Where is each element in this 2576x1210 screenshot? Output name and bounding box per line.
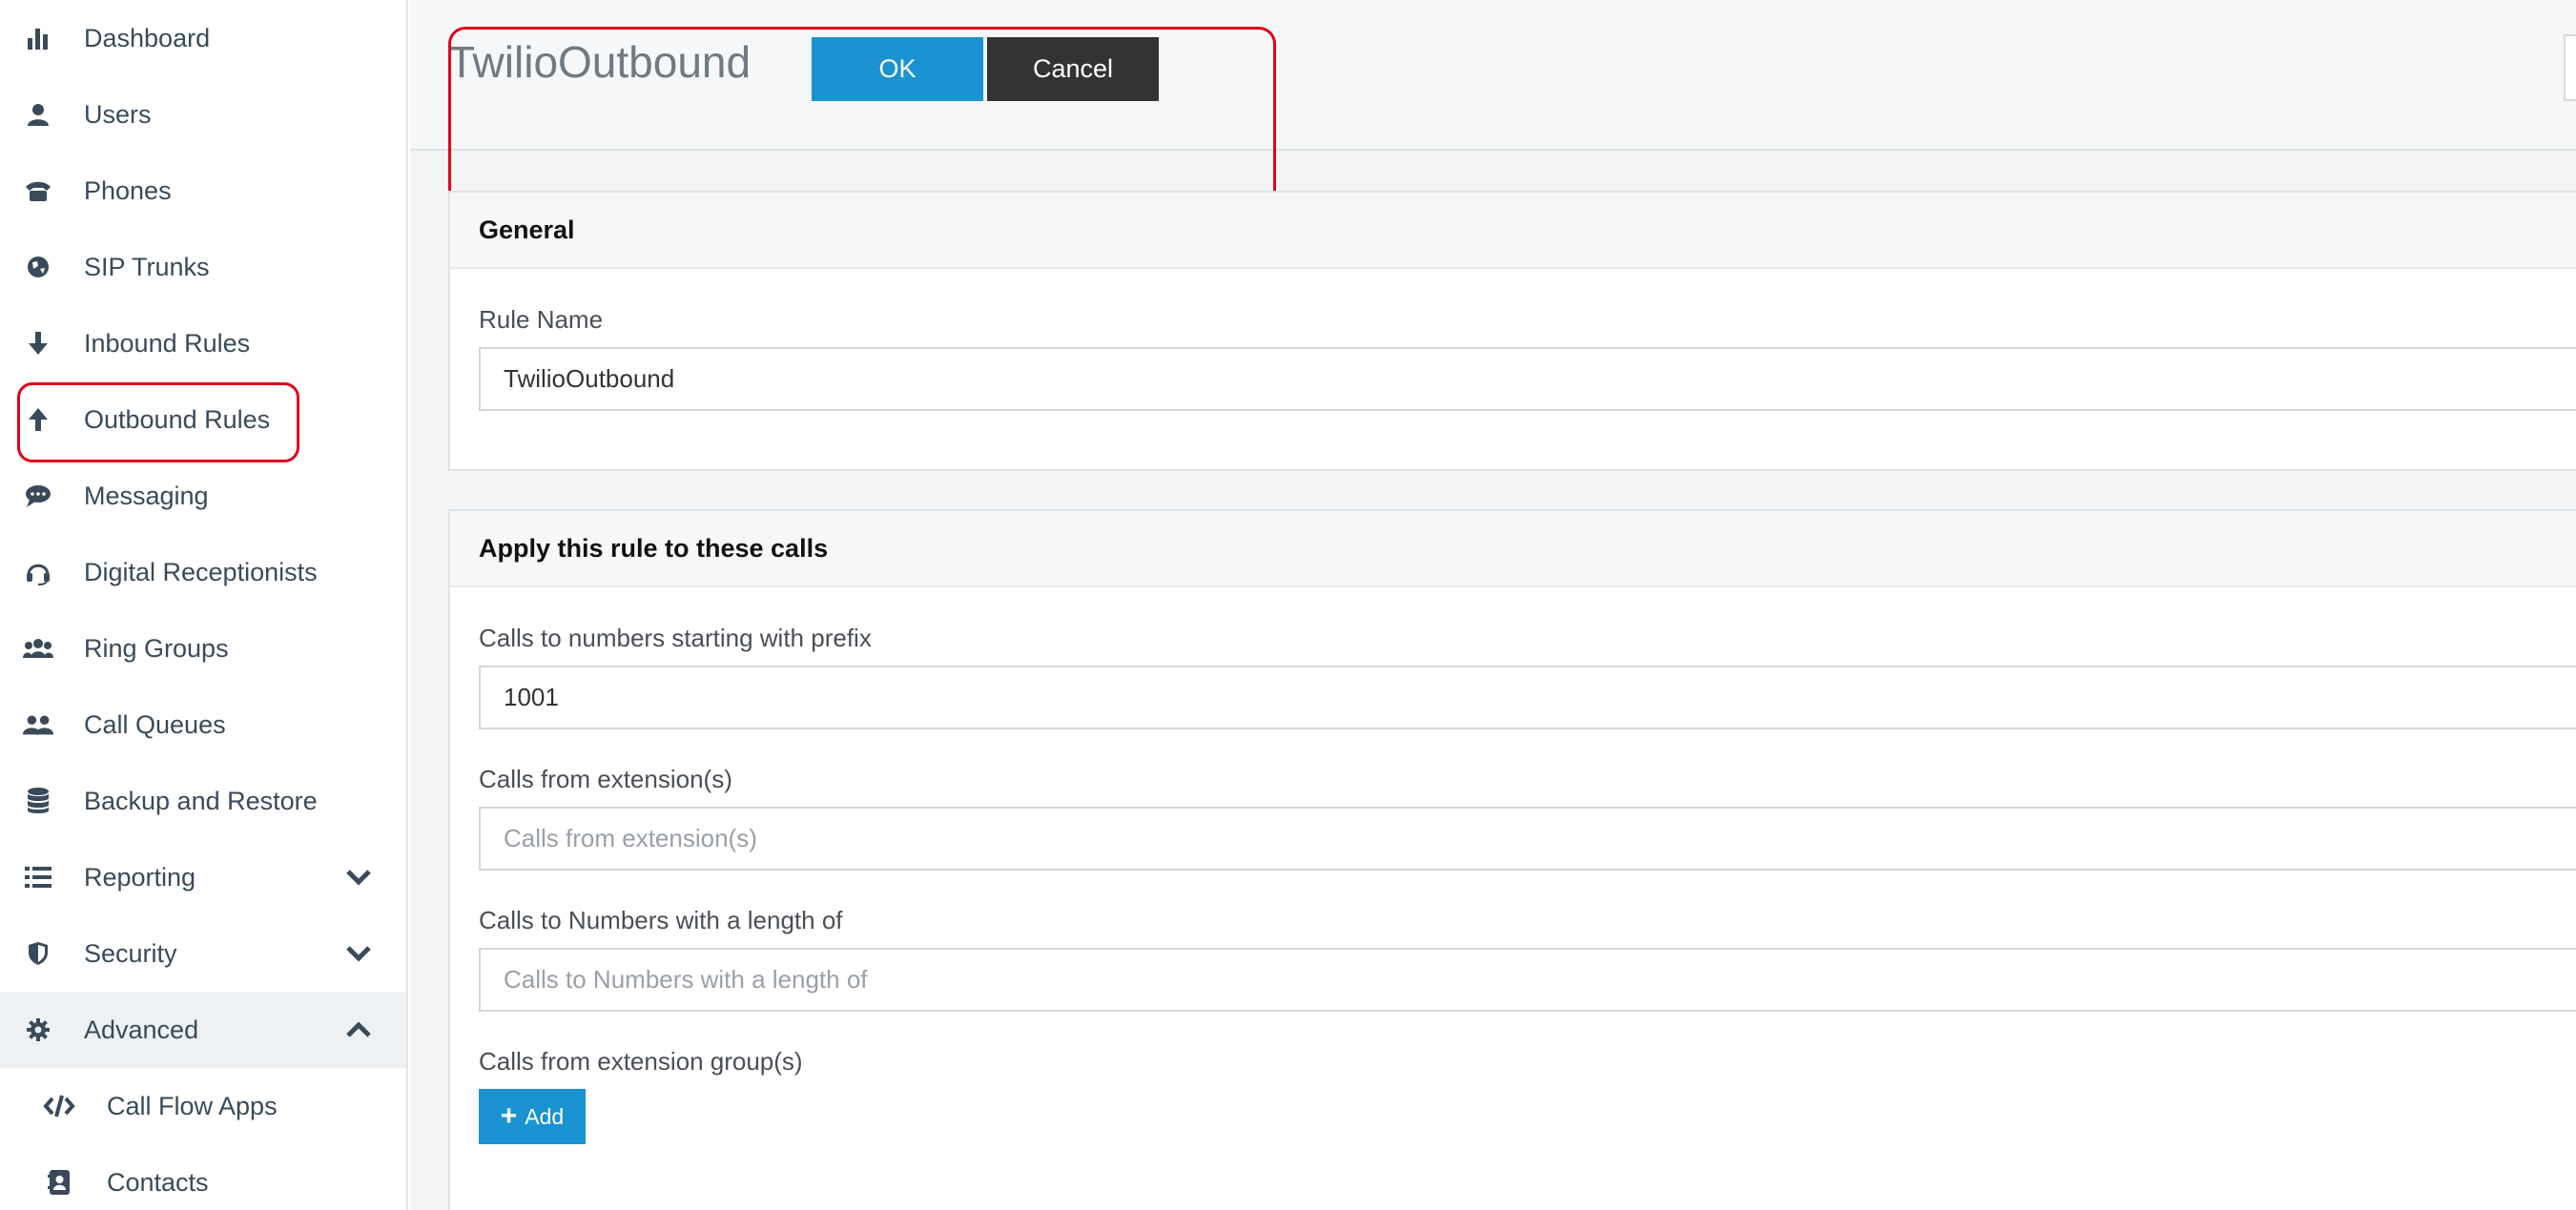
sidebar-item-label: Contacts xyxy=(107,1167,209,1197)
general-panel: General Rule Name xyxy=(448,191,2576,471)
sidebar-item-reporting[interactable]: Reporting xyxy=(0,839,406,915)
sidebar-item-call-queues[interactable]: Call Queues xyxy=(0,687,406,763)
sidebar-item-backup-and-restore[interactable]: Backup and Restore xyxy=(0,763,406,839)
sidebar-item-label: Inbound Rules xyxy=(84,328,251,358)
sidebar-item-users[interactable]: Users xyxy=(0,76,406,153)
sidebar-item-label: Backup and Restore xyxy=(84,786,318,815)
arrow-up-icon xyxy=(21,402,55,437)
apply-rule-heading: Apply this rule to these calls xyxy=(450,511,2576,587)
group-icon xyxy=(21,631,55,666)
sidebar-item-label: Call Queues xyxy=(84,709,226,739)
cancel-button[interactable]: Cancel xyxy=(987,37,1159,101)
page-title: TwilioOutbound xyxy=(448,37,752,87)
header-right-control[interactable] xyxy=(2564,34,2576,101)
number-length-input[interactable] xyxy=(479,948,2576,1012)
sidebar: Dashboard Users Phones SIP Trunks Inboun xyxy=(0,0,408,1210)
code-icon xyxy=(42,1089,76,1123)
sidebar-item-label: Phones xyxy=(84,175,172,205)
sidebar-item-label: Digital Receptionists xyxy=(84,557,318,586)
sidebar-item-label: Security xyxy=(84,938,177,968)
chevron-up-icon[interactable] xyxy=(341,1013,376,1047)
plus-icon: + xyxy=(500,1100,518,1132)
sidebar-item-advanced[interactable]: Advanced xyxy=(0,992,406,1068)
sidebar-item-label: SIP Trunks xyxy=(84,252,210,281)
sidebar-item-label: Outbound Rules xyxy=(84,404,271,434)
chat-icon xyxy=(21,479,55,513)
globe-icon xyxy=(21,250,55,284)
rule-name-label: Rule Name xyxy=(479,305,604,334)
from-extension-input[interactable] xyxy=(479,807,2576,871)
arrow-down-icon xyxy=(21,326,55,360)
ok-button[interactable]: OK xyxy=(812,37,983,101)
main-content: TwilioOutbound OK Cancel General Rule Na… xyxy=(410,0,2576,1210)
sidebar-item-phones[interactable]: Phones xyxy=(0,153,406,229)
sidebar-item-label: Call Flow Apps xyxy=(107,1091,278,1120)
add-button-label: Add xyxy=(525,1103,565,1129)
sidebar-item-label: Messaging xyxy=(84,481,209,510)
sidebar-item-messaging[interactable]: Messaging xyxy=(0,458,406,534)
address-book-icon xyxy=(42,1165,76,1200)
sidebar-item-outbound-rules[interactable]: Outbound Rules xyxy=(0,381,406,458)
headset-icon xyxy=(21,555,55,589)
sidebar-item-inbound-rules[interactable]: Inbound Rules xyxy=(0,305,406,381)
sidebar-item-contacts[interactable]: Contacts xyxy=(0,1144,406,1210)
sidebar-item-security[interactable]: Security xyxy=(0,915,406,992)
bar-chart-icon xyxy=(21,21,55,55)
sidebar-item-call-flow-apps[interactable]: Call Flow Apps xyxy=(0,1068,406,1144)
sidebar-item-sip-trunks[interactable]: SIP Trunks xyxy=(0,229,406,305)
gear-icon xyxy=(21,1013,55,1047)
list-icon xyxy=(21,860,55,894)
chevron-down-icon[interactable] xyxy=(341,936,376,971)
sidebar-item-ring-groups[interactable]: Ring Groups xyxy=(0,610,406,687)
sidebar-item-dashboard[interactable]: Dashboard xyxy=(0,0,406,76)
rule-name-input[interactable] xyxy=(479,347,2576,411)
prefix-input[interactable] xyxy=(479,666,2576,729)
app-window: Dashboard Users Phones SIP Trunks Inboun xyxy=(0,0,2576,1210)
from-extension-label: Calls from extension(s) xyxy=(479,765,732,793)
sidebar-item-label: Reporting xyxy=(84,862,196,892)
phone-icon xyxy=(21,174,55,208)
sidebar-item-label: Users xyxy=(84,99,152,129)
sidebar-item-label: Dashboard xyxy=(84,23,211,52)
general-heading: General xyxy=(450,193,2576,269)
apply-rule-panel: Apply this rule to these calls Calls to … xyxy=(448,509,2576,1210)
sidebar-item-label: Advanced xyxy=(84,1015,199,1044)
page-header: TwilioOutbound OK Cancel xyxy=(410,0,2576,151)
chevron-down-icon[interactable] xyxy=(341,860,376,894)
number-length-label: Calls to Numbers with a length of xyxy=(479,906,843,934)
prefix-label: Calls to numbers starting with prefix xyxy=(479,624,872,652)
users-queue-icon xyxy=(21,708,55,742)
extension-group-label: Calls from extension group(s) xyxy=(479,1047,803,1076)
sidebar-item-label: Ring Groups xyxy=(84,633,229,663)
database-icon xyxy=(21,784,55,818)
sidebar-item-digital-receptionists[interactable]: Digital Receptionists xyxy=(0,534,406,610)
user-icon xyxy=(21,97,55,132)
add-extension-group-button[interactable]: + Add xyxy=(479,1089,586,1144)
shield-icon xyxy=(21,936,55,971)
